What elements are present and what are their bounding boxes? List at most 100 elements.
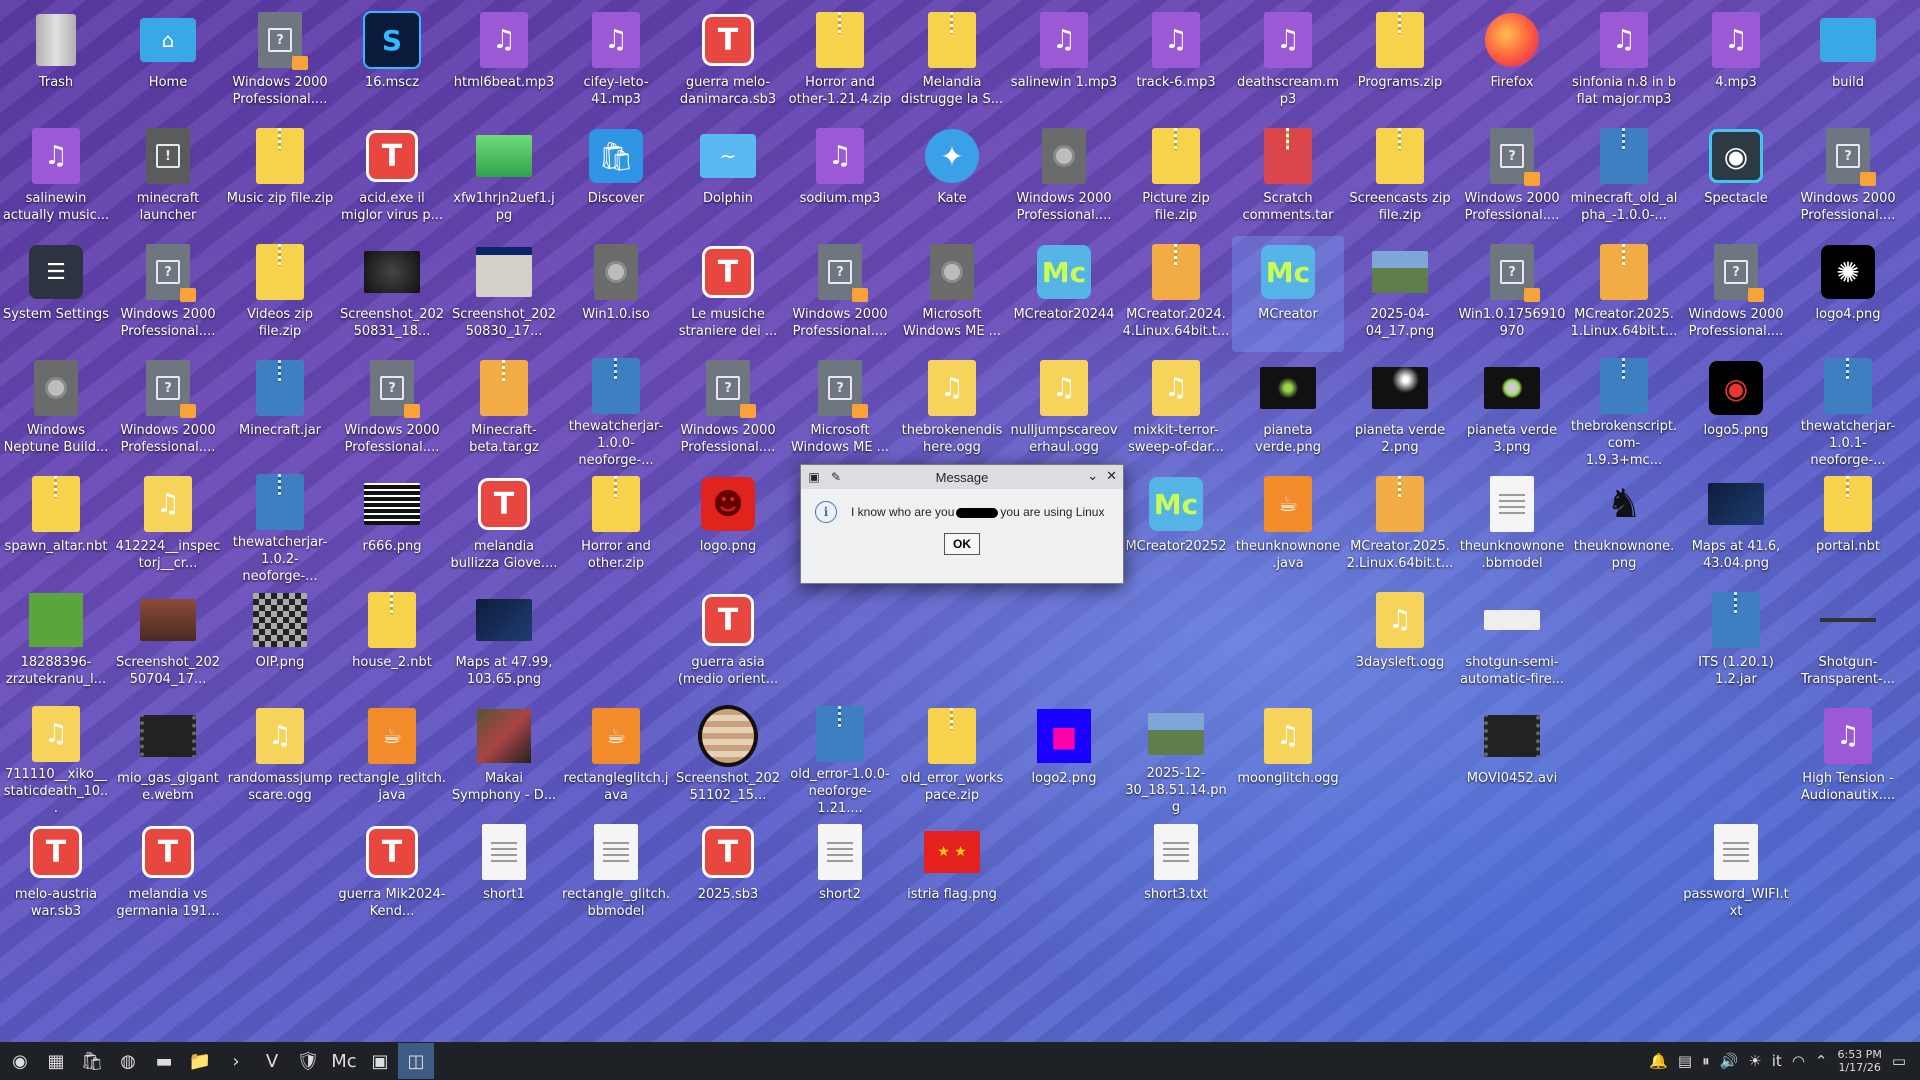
desktop-icon-scratch-comments-tar[interactable]: Scratch comments.tar [1232,120,1344,236]
desktop-icon-its-1-20-1-1-2-jar[interactable]: ITS (1.20.1) 1.2.jar [1680,584,1792,700]
desktop-icon-deathscream-mp3[interactable]: ♫ deathscream.mp3 [1232,4,1344,120]
desktop-icon-makai-symphony-d[interactable]: Makai Symphony - D... [448,700,560,816]
desktop-icon-track-6-mp3[interactable]: ♫ track-6.mp3 [1120,4,1232,120]
desktop-icon-win1-0-iso[interactable]: Win1.0.iso [560,236,672,352]
desktop-icon-thebrokenendis-here-ogg[interactable]: ♫ thebrokenendis here.ogg [896,352,1008,468]
desktop-icon-sinfonia-n-8-in-b-flat-major-mp3[interactable]: ♫ sinfonia n.8 in b flat major.mp3 [1568,4,1680,120]
desktop-icon-thewatcherjar-1-0-1-neoforge[interactable]: thewatcherjar-1.0.1-neoforge-... [1792,352,1904,468]
desktop-icon-le-musiche-straniere-dei[interactable]: T Le musiche straniere dei ... [672,236,784,352]
desktop-icon-logo5-png[interactable]: ◉ logo5.png [1680,352,1792,468]
keyboard-layout[interactable]: it [1772,1052,1782,1070]
desktop-icon-412224-inspectorj-cr[interactable]: ♫ 412224__inspectorj__cr... [112,468,224,584]
desktop-icon-short2[interactable]: short2 [784,816,896,932]
desktop-icon-minecraft-beta-tar-gz[interactable]: Minecraft-beta.tar.gz [448,352,560,468]
desktop-icon-r666-png[interactable]: r666.png [336,468,448,584]
desktop-icon-build[interactable]: build [1792,4,1904,120]
desktop-icon-screenshot-20250831-18[interactable]: Screenshot_20250831_18... [336,236,448,352]
desktop-icon-logo-png[interactable]: ☻ logo.png [672,468,784,584]
dialog-titlebar[interactable]: ▣ ✎ Message ⌄ ✕ [801,465,1123,489]
message-window-icon[interactable]: ◫ [398,1043,434,1079]
desktop-icon-melandia-bullizza-giove[interactable]: Tmelandia bullizza Giove.... [448,468,560,584]
desktop-icon-minecraft-launcher[interactable]: ! minecraft launcher [112,120,224,236]
desktop-icon-spectacle[interactable]: ◉ Spectacle [1680,120,1792,236]
ok-button[interactable]: OK [944,533,980,555]
desktop-icon-screenshot-20250704-17[interactable]: Screenshot_20250704_17... [112,584,224,700]
desktop-icon-pianeta-verde-3-png[interactable]: pianeta verde 3.png [1456,352,1568,468]
desktop-icon-portal-nbt[interactable]: portal.nbt [1792,468,1904,584]
desktop-icon-logo2-png[interactable]: ■ logo2.png [1008,700,1120,816]
desktop-icon-programs-zip[interactable]: Programs.zip [1344,4,1456,120]
show-desktop-icon[interactable]: ▭ [1892,1052,1906,1070]
notifications-icon[interactable]: 🔔 [1649,1052,1668,1070]
desktop-icon-password-wifi-txt[interactable]: password_WIFI.txt [1680,816,1792,932]
app-launcher-icon[interactable]: ◉ [2,1043,38,1079]
desktop-icon-windows-2000-professional[interactable]: ? Windows 2000 Professional.... [1792,120,1904,236]
desktop-icon-xfw1hrjn2uef1-jpg[interactable]: xfw1hrjn2uef1.jpg [448,120,560,236]
desktop-icon-rectangle-glitch-bbmodel[interactable]: rectangle_glitch.bbmodel [560,816,672,932]
desktop-icon-discover[interactable]: 🛍 Discover [560,120,672,236]
desktop-icon-4-mp3[interactable]: ♫ 4.mp3 [1680,4,1792,120]
brightness-icon[interactable]: ☀ [1748,1052,1761,1070]
minecraft-icon[interactable]: ▣ [362,1043,398,1079]
desktop-icon-16-mscz[interactable]: S 16.mscz [336,4,448,120]
desktop-icon-3daysleft-ogg[interactable]: ♫ 3daysleft.ogg [1344,584,1456,700]
desktop-icon-thewatcherjar-1-0-2-neoforge[interactable]: thewatcherjar-1.0.2-neoforge-... [224,468,336,584]
desktop-icon-music-zip-file-zip[interactable]: Music zip file.zip [224,120,336,236]
desktop-icon-shotgun-transparent[interactable]: Shotgun-Transparent-... [1792,584,1904,700]
desktop-icon-rectangle-glitch-java[interactable]: ☕ rectangle_glitch.java [336,700,448,816]
brave-icon[interactable]: 🛡 [290,1043,326,1079]
desktop-icon-windows-2000-professional[interactable]: ? Windows 2000 Professional.... [1680,236,1792,352]
desktop-icon-pianeta-verde-png[interactable]: pianeta verde.png [1232,352,1344,468]
mcreator-icon[interactable]: Mc [326,1043,362,1079]
desktop-icon-2025-12-30-18-51-14-png[interactable]: 2025-12-30_18.51.14.png [1120,700,1232,816]
volume-icon[interactable]: 🔊 [1720,1052,1739,1070]
vim-icon[interactable]: V [254,1043,290,1079]
clock[interactable]: 6:53 PM 1/17/26 [1837,1048,1881,1074]
tray-expand-icon[interactable]: ⌃ [1815,1052,1828,1070]
desktop-icon-windows-neptune-build[interactable]: Windows Neptune Build... [0,352,112,468]
media-pause-icon[interactable]: ⏸ [1702,1052,1710,1070]
desktop-icon-18288396-zrzutekranu-l[interactable]: 18288396-zrzutekranu_l... [0,584,112,700]
desktop-icon-windows-2000-professional[interactable]: ? Windows 2000 Professional.... [224,4,336,120]
desktop-icon-house-2-nbt[interactable]: house_2.nbt [336,584,448,700]
desktop-icon-thebrokenscript-com-1-9-3-mc[interactable]: thebrokenscript.com-1.9.3+mc... [1568,352,1680,468]
close-icon[interactable]: ✕ [1106,468,1117,484]
desktop-icon-mcreator[interactable]: Mc MCreator [1232,236,1344,352]
desktop-icon-minecraft-jar[interactable]: Minecraft.jar [224,352,336,468]
desktop-icon-home[interactable]: ⌂ Home [112,4,224,120]
desktop-icon-oip-png[interactable]: OIP.png [224,584,336,700]
desktop-icon-movi0452-avi[interactable]: MOVI0452.avi [1456,700,1568,816]
desktop-icon-screencasts-zip-file-zip[interactable]: Screencasts zip file.zip [1344,120,1456,236]
desktop-icon-logo4-png[interactable]: ✺ logo4.png [1792,236,1904,352]
desktop-icon-pianeta-verde-2-png[interactable]: pianeta verde 2.png [1344,352,1456,468]
desktop-icon-sodium-mp3[interactable]: ♫ sodium.mp3 [784,120,896,236]
desktop-icon-randomassjumpscare-ogg[interactable]: ♫ randomassjumpscare.ogg [224,700,336,816]
desktop-icon-mcreator-2025-1-linux-64bit-t[interactable]: MCreator.2025.1.Linux.64bit.t... [1568,236,1680,352]
desktop-icon-nulljumpscareoverhaul-ogg[interactable]: ♫ nulljumpscareoverhaul.ogg [1008,352,1120,468]
desktop-icon-theuknownone-png[interactable]: ♞ theuknownone.png [1568,468,1680,584]
desktop-icon-minecraft-old-alpha-1-0-0[interactable]: minecraft_old_alpha_-1.0.0-... [1568,120,1680,236]
desktop-icon-theunknownone-java[interactable]: ☕ theunknownone.java [1232,468,1344,584]
desktop-icon-horror-and-other-zip[interactable]: Horror and other.zip [560,468,672,584]
desktop-icon-spawn-altar-nbt[interactable]: spawn_altar.nbt [0,468,112,584]
desktop-icon-guerra-melo-danimarca-sb3[interactable]: Tguerra melo-danimarca.sb3 [672,4,784,120]
desktop-icon-windows-2000-professional[interactable]: ? Windows 2000 Professional.... [672,352,784,468]
desktop-icon-guerra-asia-medio-orient[interactable]: Tguerra asia (medio orient... [672,584,784,700]
desktop-icon-windows-2000-professional[interactable]: Windows 2000 Professional.... [1008,120,1120,236]
desktop-icon-mcreator20244[interactable]: Mc MCreator20244 [1008,236,1120,352]
desktop-icon-maps-at-41-6-43-04-png[interactable]: Maps at 41.6, 43.04.png [1680,468,1792,584]
desktop-icon-high-tension-audionautix[interactable]: ♫ High Tension - Audionautix.... [1792,700,1904,816]
desktop-icon-maps-at-47-99-103-65-png[interactable]: Maps at 47.99, 103.65.png [448,584,560,700]
desktop-icon-microsoft-windows-me[interactable]: Microsoft Windows ME ... [896,236,1008,352]
desktop-icon-microsoft-windows-me[interactable]: ? Microsoft Windows ME ... [784,352,896,468]
desktop-icon-windows-2000-professional[interactable]: ? Windows 2000 Professional.... [336,352,448,468]
desktop-icon-horror-and-other-1-21-4-zip[interactable]: Horror and other-1.21.4.zip [784,4,896,120]
desktop-icon-2025-04-04-17-png[interactable]: 2025-04-04_17.png [1344,236,1456,352]
desktop-icon-711110-xiko-staticdeath-10[interactable]: ♫ 711110__xiko__staticdeath_10... [0,700,112,816]
desktop-icon-win1-0-1756910970[interactable]: ? Win1.0.1756910970 [1456,236,1568,352]
desktop-icon-firefox[interactable]: Firefox [1456,4,1568,120]
desktop-icon-windows-2000-professional[interactable]: ? Windows 2000 Professional.... [112,352,224,468]
desktop-icon-salinewin-1-mp3[interactable]: ♫ salinewin 1.mp3 [1008,4,1120,120]
desktop-icon-system-settings[interactable]: ☰ System Settings [0,236,112,352]
desktop-icon-salinewin-actually-music[interactable]: ♫ salinewin actually music... [0,120,112,236]
